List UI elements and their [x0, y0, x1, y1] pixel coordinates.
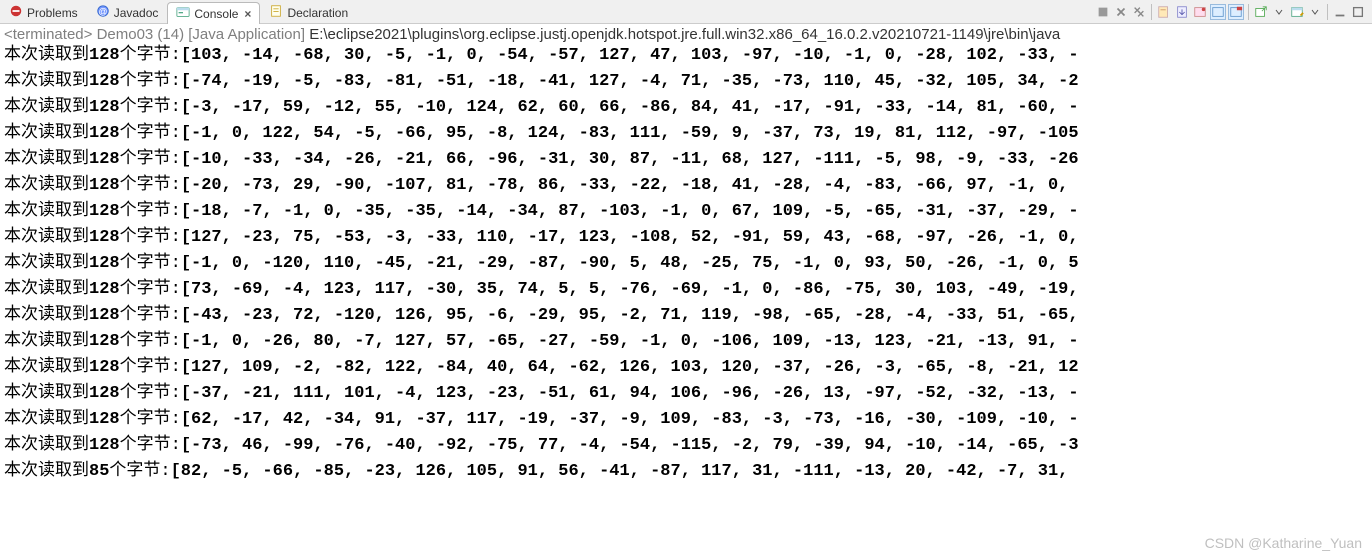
tab-label: Console	[194, 7, 238, 21]
remove-all-icon[interactable]	[1131, 4, 1147, 20]
declaration-icon	[269, 4, 283, 21]
console-output: 本次读取到128个字节:[103, -14, -68, 30, -5, -1, …	[0, 43, 1372, 489]
console-line: 本次读取到128个字节:[-1, 0, 122, 54, -5, -66, 95…	[4, 121, 1368, 147]
console-line: 本次读取到128个字节:[103, -14, -68, 30, -5, -1, …	[4, 43, 1368, 69]
tab-javadoc[interactable]: @ Javadoc	[87, 1, 168, 23]
console-icon	[176, 5, 190, 22]
console-line: 本次读取到128个字节:[-20, -73, 29, -90, -107, 81…	[4, 173, 1368, 199]
tab-label: Javadoc	[114, 6, 159, 20]
display-console-icon[interactable]	[1289, 4, 1305, 20]
chevron-down-icon[interactable]	[1271, 4, 1287, 20]
minimize-icon[interactable]	[1332, 4, 1348, 20]
pin-console-icon[interactable]	[1192, 4, 1208, 20]
console-line: 本次读取到128个字节:[-73, 46, -99, -76, -40, -92…	[4, 433, 1368, 459]
terminate-icon[interactable]	[1095, 4, 1111, 20]
console-status-line: <terminated> Demo03 (14) [Java Applicati…	[0, 24, 1372, 43]
console-line: 本次读取到128个字节:[-1, 0, -120, 110, -45, -21,…	[4, 251, 1368, 277]
console-line: 本次读取到128个字节:[-43, -23, 72, -120, 126, 95…	[4, 303, 1368, 329]
tab-label: Problems	[27, 6, 78, 20]
terminated-label: <terminated>	[4, 26, 92, 43]
console-line: 本次读取到128个字节:[-3, -17, 59, -12, 55, -10, …	[4, 95, 1368, 121]
chevron-down-icon[interactable]	[1307, 4, 1323, 20]
problems-icon	[9, 4, 23, 21]
javadoc-icon: @	[96, 4, 110, 21]
console-line: 本次读取到128个字节:[-18, -7, -1, 0, -35, -35, -…	[4, 199, 1368, 225]
show-console-a-icon[interactable]	[1210, 4, 1226, 20]
tab-declaration[interactable]: Declaration	[260, 1, 357, 23]
remove-launch-icon[interactable]	[1113, 4, 1129, 20]
open-console-icon[interactable]	[1253, 4, 1269, 20]
console-line: 本次读取到128个字节:[127, 109, -2, -82, 122, -84…	[4, 355, 1368, 381]
scroll-lock-icon[interactable]	[1174, 4, 1190, 20]
console-line: 本次读取到128个字节:[-1, 0, -26, 80, -7, 127, 57…	[4, 329, 1368, 355]
maximize-icon[interactable]	[1350, 4, 1366, 20]
console-line: 本次读取到128个字节:[73, -69, -4, 123, 117, -30,…	[4, 277, 1368, 303]
close-icon[interactable]: ×	[244, 7, 251, 21]
console-line: 本次读取到128个字节:[127, -23, 75, -53, -3, -33,…	[4, 225, 1368, 251]
console-line: 本次读取到128个字节:[-74, -19, -5, -83, -81, -51…	[4, 69, 1368, 95]
console-toolbar	[1095, 4, 1372, 20]
tab-problems[interactable]: Problems	[0, 1, 87, 23]
toolbar-separator	[1327, 4, 1328, 20]
toolbar-separator	[1151, 4, 1152, 20]
console-line: 本次读取到85个字节:[82, -5, -66, -85, -23, 126, …	[4, 459, 1368, 485]
show-console-b-icon[interactable]	[1228, 4, 1244, 20]
console-line: 本次读取到128个字节:[-37, -21, 111, 101, -4, 123…	[4, 381, 1368, 407]
tab-label: Declaration	[287, 6, 348, 20]
watermark: CSDN @Katharine_Yuan	[1205, 535, 1362, 551]
tab-console[interactable]: Console ×	[167, 2, 260, 24]
toolbar-separator	[1248, 4, 1249, 20]
view-tabs-group: Problems @ Javadoc Console × Declaration	[0, 0, 1095, 23]
console-line: 本次读取到128个字节:[62, -17, 42, -34, 91, -37, …	[4, 407, 1368, 433]
clear-console-icon[interactable]	[1156, 4, 1172, 20]
console-line: 本次读取到128个字节:[-10, -33, -34, -26, -21, 66…	[4, 147, 1368, 173]
svg-text:@: @	[98, 7, 107, 17]
view-tabbar: Problems @ Javadoc Console × Declaration	[0, 0, 1372, 24]
